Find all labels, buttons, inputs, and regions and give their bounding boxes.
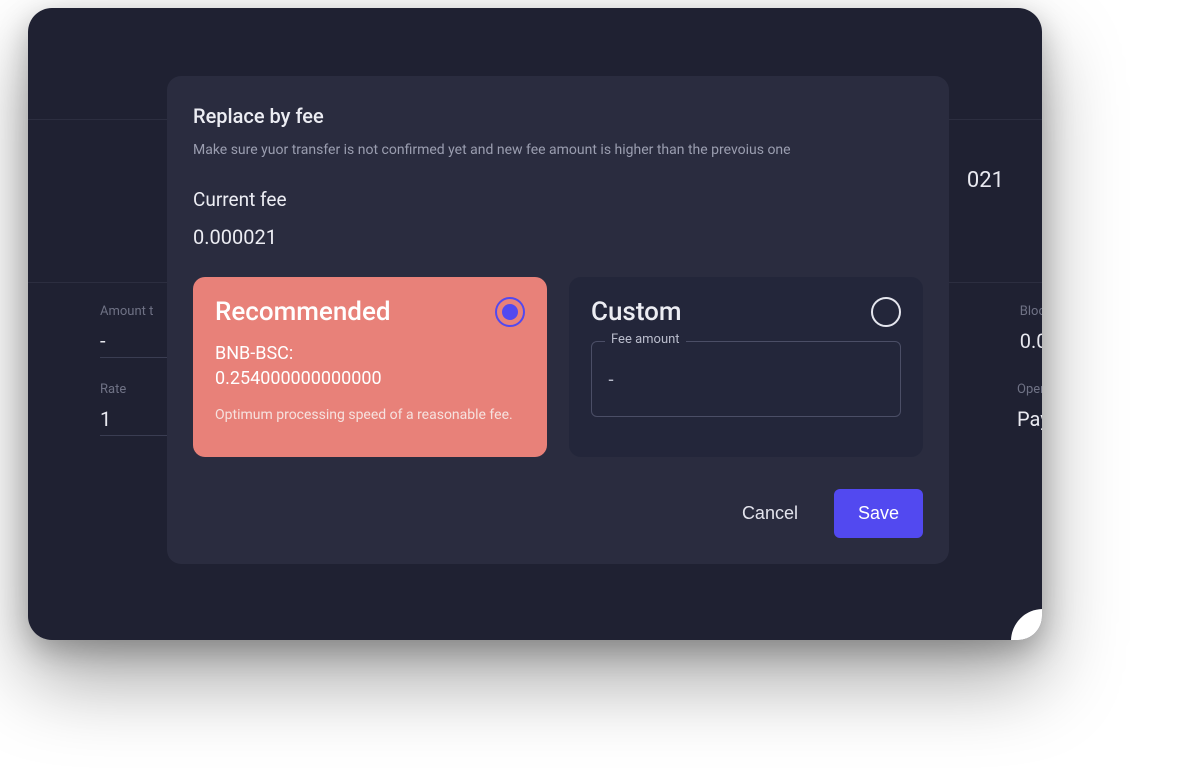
bg-value-fragment: 021 [967,168,1004,193]
fee-amount-label: Fee amount [605,332,686,347]
radio-selected-icon[interactable] [495,297,525,327]
modal-title: Replace by fee [193,104,923,128]
save-button[interactable]: Save [834,489,923,538]
modal-subtitle: Make sure yuor transfer is not confirmed… [193,142,923,158]
bg-blockchain-field: Blockch 0.000 [1020,304,1042,353]
recommended-description: Optimum processing speed of a reasonable… [215,407,525,423]
recommended-title: Recommended [215,297,391,327]
option-custom[interactable]: Custom Fee amount [569,277,923,457]
recommended-network: BNB-BSC: [215,341,525,366]
app-window: 021 Amount t - Rate 1 Blockch 0.000 Oper… [28,8,1042,640]
modal-actions: Cancel Save [193,489,923,538]
current-fee-value: 0.000021 [193,225,923,249]
option-recommended[interactable]: Recommended BNB-BSC: 0.254000000000000 O… [193,277,547,457]
custom-title: Custom [591,297,682,327]
bg-operation-label: Operatio [1017,382,1042,397]
fee-amount-input[interactable] [608,369,884,390]
fee-amount-field: Fee amount [591,341,901,417]
replace-by-fee-modal: Replace by fee Make sure yuor transfer i… [167,76,949,564]
recommended-amount: 0.254000000000000 [215,368,525,389]
bg-blockchain-value: 0.000 [1020,329,1042,353]
radio-unselected-icon[interactable] [871,297,901,327]
bg-blockchain-label: Blockch [1020,304,1042,319]
bg-operation-value: Payou [1017,407,1042,431]
current-fee-label: Current fee [193,188,923,211]
bg-operation-field: Operatio Payou [1017,382,1042,431]
cancel-button[interactable]: Cancel [734,491,806,536]
fee-option-row: Recommended BNB-BSC: 0.254000000000000 O… [193,277,923,457]
